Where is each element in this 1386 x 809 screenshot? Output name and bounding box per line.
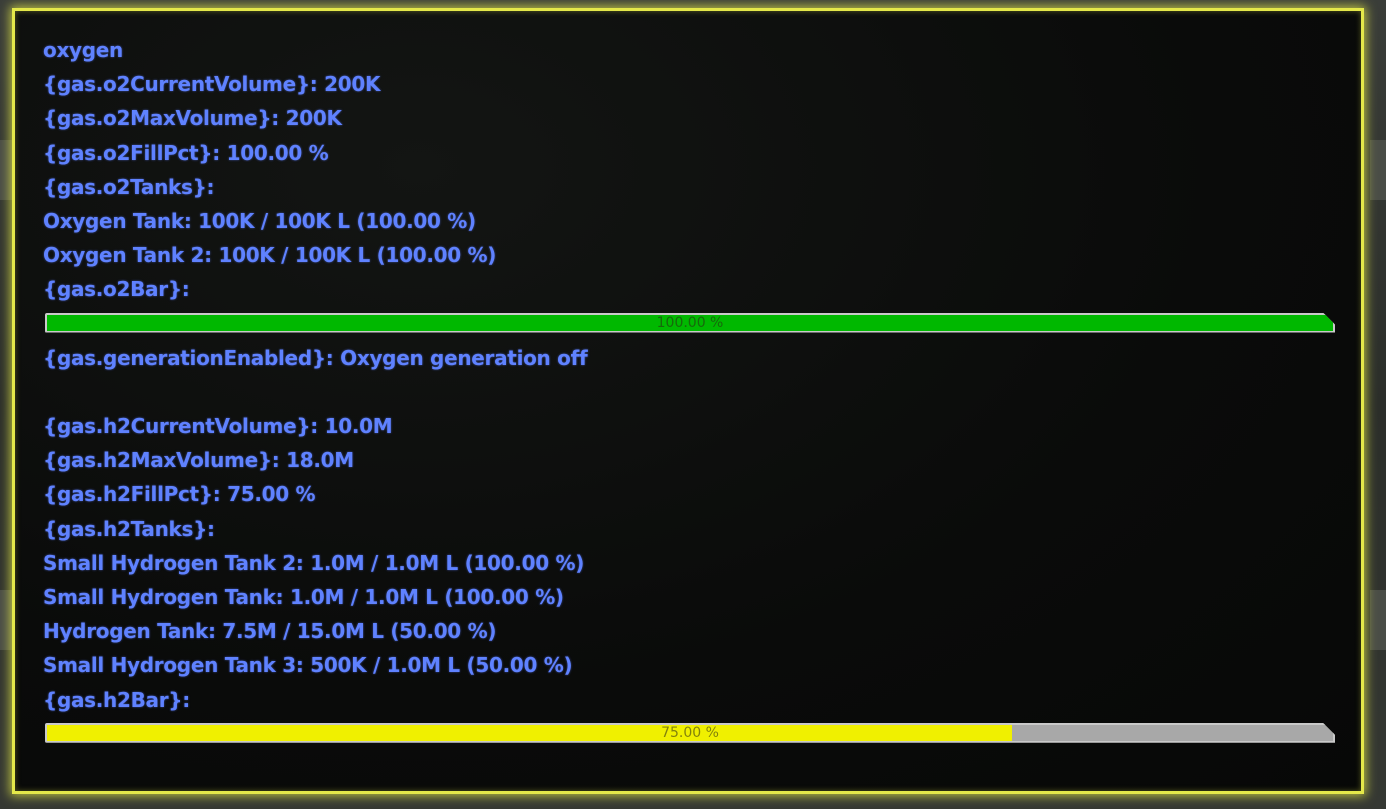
h2-tank-row: Small Hydrogen Tank 3: 500K / 1.0M L (50… bbox=[43, 653, 573, 678]
lcd-screen: oxygen {gas.o2CurrentVolume}: 200K {gas.… bbox=[12, 8, 1364, 794]
o2-bar-header: {gas.o2Bar}: bbox=[43, 277, 190, 302]
bezel-notch bbox=[1370, 140, 1386, 200]
o2-max-volume: {gas.o2MaxVolume}: 200K bbox=[43, 106, 342, 131]
o2-current-volume: {gas.o2CurrentVolume}: 200K bbox=[43, 72, 381, 97]
o2-tank-row: Oxygen Tank: 100K / 100K L (100.00 %) bbox=[43, 208, 476, 233]
o2-progress-bar: 100.00 % bbox=[45, 313, 1335, 333]
o2-bar-row: 100.00 % bbox=[43, 307, 1343, 341]
generation-status: {gas.generationEnabled}: Oxygen generati… bbox=[43, 345, 588, 370]
screen-title: oxygen bbox=[43, 38, 123, 62]
o2-progress-label: 100.00 % bbox=[656, 314, 724, 331]
h2-tank-row: Small Hydrogen Tank 2: 1.0M / 1.0M L (10… bbox=[43, 550, 585, 575]
o2-fill-pct: {gas.o2FillPct}: 100.00 % bbox=[43, 140, 329, 165]
h2-fill-pct: {gas.h2FillPct}: 75.00 % bbox=[43, 482, 316, 507]
h2-bar-row: 75.00 % bbox=[43, 717, 1343, 751]
h2-tanks-header: {gas.h2Tanks}: bbox=[43, 516, 215, 541]
o2-tanks-header: {gas.o2Tanks}: bbox=[43, 174, 215, 199]
h2-progress-label: 75.00 % bbox=[661, 724, 719, 741]
h2-tank-row: Hydrogen Tank: 7.5M / 15.0M L (50.00 %) bbox=[43, 619, 497, 644]
h2-bar-header: {gas.h2Bar}: bbox=[43, 687, 190, 712]
gas-status-list: oxygen {gas.o2CurrentVolume}: 200K {gas.… bbox=[43, 33, 1343, 751]
h2-progress-bar: 75.00 % bbox=[45, 723, 1335, 743]
h2-current-volume: {gas.h2CurrentVolume}: 10.0M bbox=[43, 414, 393, 439]
o2-tank-row: Oxygen Tank 2: 100K / 100K L (100.00 %) bbox=[43, 243, 497, 268]
h2-max-volume: {gas.h2MaxVolume}: 18.0M bbox=[43, 448, 354, 473]
h2-tank-row: Small Hydrogen Tank: 1.0M / 1.0M L (100.… bbox=[43, 585, 564, 609]
bezel-notch bbox=[1370, 590, 1386, 650]
